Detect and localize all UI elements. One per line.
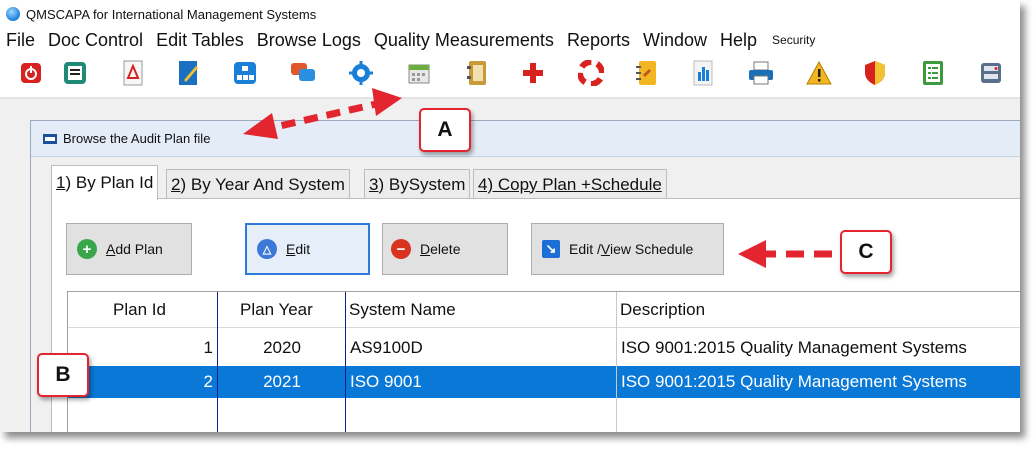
menu-bar: File Doc Control Edit Tables Browse Logs… [0,28,1020,52]
tab-by-system[interactable]: 3) BySystem [364,169,471,199]
grid-header-row: Plan Id Plan Year System Name Descriptio… [68,292,1020,328]
menu-reports[interactable]: Reports [567,30,630,51]
column-header-description[interactable]: Description [620,292,705,327]
callout-a: A [419,108,471,152]
gear-icon[interactable] [346,58,376,88]
table-row-selected[interactable]: 2 2021 ISO 9001 ISO 9001:2015 Quality Ma… [68,366,1020,398]
notes-icon[interactable] [632,58,662,88]
toolbar-separator [0,97,1020,99]
column-header-plan-year[interactable]: Plan Year [240,292,313,327]
calendar-icon[interactable] [404,58,434,88]
menu-edit-tables[interactable]: Edit Tables [156,30,244,51]
lifebuoy-icon[interactable] [576,58,606,88]
pdf-icon[interactable] [118,58,148,88]
cell-system-name: AS9100D [350,338,423,357]
column-divider [217,292,218,432]
window-title: QMSCAPA for International Management Sys… [26,6,317,22]
edit-view-schedule-button[interactable]: ↘ Edit /View Schedule [531,223,724,275]
menu-browse-logs[interactable]: Browse Logs [257,30,361,51]
pen-icon[interactable] [174,58,204,88]
edit-triangle-icon: △ [257,239,277,259]
address-book-icon[interactable] [462,58,492,88]
tab-copy-plan-schedule[interactable]: 4) Copy Plan +Schedule [473,169,667,199]
window-icon [43,133,57,144]
toolbar [0,52,1020,98]
audit-plan-grid[interactable]: Plan Id Plan Year System Name Descriptio… [67,291,1020,432]
menu-quality-measurements[interactable]: Quality Measurements [374,30,554,51]
printer-icon[interactable] [746,58,776,88]
callout-b: B [37,353,89,397]
table-row[interactable]: 1 2020 AS9100D ISO 9001:2015 Quality Man… [68,332,1020,364]
power-icon[interactable] [16,58,46,88]
menu-window[interactable]: Window [643,30,707,51]
tab-by-year-and-system[interactable]: 2) By Year And System [166,169,350,199]
inner-title-bar: Browse the Audit Plan file [31,121,1020,157]
cell-plan-year: 2020 [263,338,301,357]
column-divider [345,292,346,432]
menu-security[interactable]: Security [772,33,815,47]
menu-file[interactable]: File [6,30,35,51]
cell-system-name: ISO 9001 [350,372,422,391]
menu-help[interactable]: Help [720,30,757,51]
app-window: QMSCAPA for International Management Sys… [0,0,1020,432]
chat-icon[interactable] [288,58,318,88]
column-header-plan-id[interactable]: Plan Id [113,292,166,327]
cell-plan-id: 1 [203,338,213,357]
plus-icon[interactable] [518,58,548,88]
browse-audit-plan-window: Browse the Audit Plan file 1) By Plan Id… [30,120,1020,432]
add-plan-button[interactable]: + Add Plan [66,223,192,275]
cell-plan-id: 2 [203,372,213,391]
column-divider [616,292,617,432]
inner-window-title: Browse the Audit Plan file [63,131,211,146]
server-icon[interactable] [976,58,1006,88]
delete-minus-icon: − [391,239,411,259]
edit-button[interactable]: △ Edit [245,223,370,275]
org-chart-icon[interactable] [230,58,260,88]
document-icon[interactable] [60,58,90,88]
cell-plan-year: 2021 [263,372,301,391]
warning-icon[interactable] [804,58,834,88]
title-bar: QMSCAPA for International Management Sys… [0,0,1020,28]
schedule-arrow-icon: ↘ [542,240,560,258]
app-globe-icon [6,7,20,21]
bar-chart-icon[interactable] [688,58,718,88]
checklist-icon[interactable] [918,58,948,88]
cell-description: ISO 9001:2015 Quality Management Systems [621,338,967,357]
shield-icon[interactable] [860,58,890,88]
delete-button[interactable]: − Delete [382,223,508,275]
menu-doc-control[interactable]: Doc Control [48,30,143,51]
tab-by-plan-id[interactable]: 1) By Plan Id [51,165,159,200]
cell-description: ISO 9001:2015 Quality Management Systems [621,372,967,391]
column-header-system-name[interactable]: System Name [349,292,456,327]
callout-c: C [840,230,892,274]
add-circle-icon: + [77,239,97,259]
